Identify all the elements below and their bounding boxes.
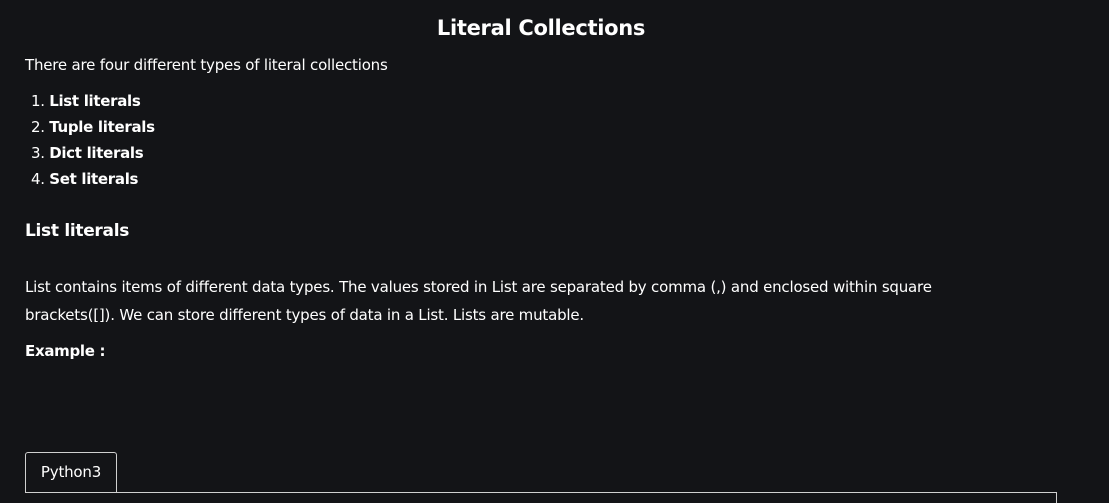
tab-python3[interactable]: Python3	[25, 452, 117, 492]
list-item-label: List literals	[49, 92, 141, 110]
list-item-number: 1.	[31, 92, 45, 110]
list-item-number: 2.	[31, 118, 45, 136]
code-panel	[25, 492, 1057, 503]
intro-text: There are four different types of litera…	[25, 56, 388, 74]
section-description: List contains items of different data ty…	[25, 278, 932, 324]
literal-types-list: 1. List literals 2. Tuple literals 3. Di…	[31, 92, 155, 196]
section-heading: List literals	[25, 221, 130, 241]
code-block: Python3	[25, 452, 1057, 503]
list-item: 2. Tuple literals	[31, 118, 155, 144]
page-title: Literal Collections	[436, 16, 646, 40]
list-item: 3. Dict literals	[31, 144, 155, 170]
list-item: 4. Set literals	[31, 170, 155, 196]
list-item-label: Tuple literals	[49, 118, 155, 136]
list-item-number: 3.	[31, 144, 45, 162]
list-item-number: 4.	[31, 170, 45, 188]
list-item-label: Set literals	[49, 170, 139, 188]
list-item-label: Dict literals	[49, 144, 144, 162]
example-label: Example :	[25, 342, 106, 360]
list-item: 1. List literals	[31, 92, 155, 118]
article-page: Literal Collections There are four diffe…	[0, 0, 1109, 503]
